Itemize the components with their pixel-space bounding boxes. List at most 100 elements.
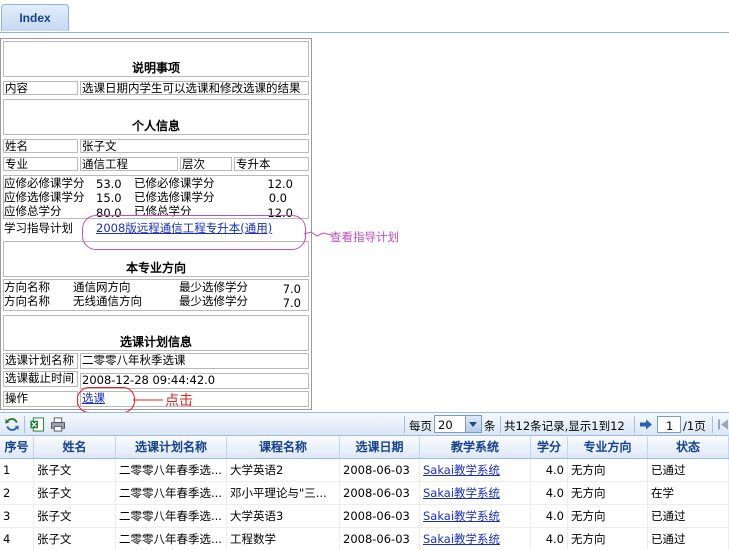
cell-system: Sakai教学系统 <box>420 528 531 550</box>
cell-plan: 二零零八年春季选... <box>116 482 227 504</box>
direction-1-label: 方向名称 <box>4 280 50 294</box>
col-header-status[interactable]: 状态 <box>648 437 729 458</box>
cell-name: 张子文 <box>34 482 116 504</box>
table-row[interactable]: 3 张子文 二零零八年春季选... 大学英语3 2008-06-03 Sakai… <box>0 505 729 528</box>
direction-1-name: 通信网方向 <box>73 280 131 294</box>
cell-credit: 4.0 <box>531 505 568 527</box>
level-value: 专升本 <box>234 157 309 171</box>
req-done-label: 已修必修课学分 <box>134 176 215 190</box>
cell-credit: 4.0 <box>531 528 568 550</box>
col-header-direction[interactable]: 专业方向 <box>568 437 648 458</box>
cell-status: 已通过 <box>648 505 729 527</box>
elec-value: 15.0 <box>96 191 122 205</box>
cell-date: 2008-06-03 <box>340 459 420 481</box>
cell-credit: 4.0 <box>531 459 568 481</box>
plan-label: 学习指导计划 <box>4 221 73 235</box>
arrow-right-icon[interactable] <box>639 417 653 432</box>
cell-direction: 无方向 <box>568 459 648 481</box>
cell-index: 1 <box>0 459 34 481</box>
req-value: 53.0 <box>96 177 122 191</box>
cell-index: 4 <box>0 528 34 550</box>
col-header-system[interactable]: 教学系统 <box>420 437 531 458</box>
cell-status: 已通过 <box>648 459 729 481</box>
system-link[interactable]: Sakai教学系统 <box>423 486 500 500</box>
direction-1-min: 7.0 <box>282 282 301 296</box>
table-row[interactable]: 2 张子文 二零零八年春季选... 邓小平理论与"三... 2008-06-03… <box>0 482 729 505</box>
excel-export-icon[interactable] <box>29 417 45 432</box>
col-header-credit[interactable]: 学分 <box>531 437 568 458</box>
plan-name-label: 选课计划名称 <box>3 353 78 369</box>
system-link[interactable]: Sakai教学系统 <box>423 532 500 546</box>
plan-annotation-line <box>303 231 333 237</box>
grid-header: 序号 姓名 选课计划名称 课程名称 选课日期 教学系统 学分 专业方向 状态 <box>0 437 729 459</box>
cell-direction: 无方向 <box>568 482 648 504</box>
elec-done-label: 已修选修课学分 <box>134 190 215 204</box>
system-link[interactable]: Sakai教学系统 <box>423 463 500 477</box>
tab-strip: Index <box>0 0 729 33</box>
click-annotation-line <box>133 399 163 401</box>
col-header-index[interactable]: 序号 <box>0 437 34 458</box>
col-header-course[interactable]: 课程名称 <box>227 437 340 458</box>
page-number-value: 1 <box>666 419 674 433</box>
plan-name-value: 二零零八年秋季选课 <box>80 353 309 369</box>
tab-index[interactable]: Index <box>1 4 69 31</box>
major-label: 专业 <box>3 157 78 171</box>
cell-course: 大学英语3 <box>227 505 340 527</box>
chevron-down-icon[interactable] <box>465 416 481 432</box>
cell-name: 张子文 <box>34 459 116 481</box>
level-label: 层次 <box>180 157 232 171</box>
plan-annotation-text: 查看指导计划 <box>330 230 399 244</box>
toolbar-separator <box>712 416 713 433</box>
cell-course: 邓小平理论与"三... <box>227 482 340 504</box>
cell-direction: 无方向 <box>568 505 648 527</box>
name-value: 张子文 <box>80 139 309 153</box>
refresh-icon[interactable] <box>4 417 20 432</box>
page-size-select[interactable]: 20 <box>434 415 482 433</box>
click-annotation-text: 点击 <box>165 393 193 409</box>
plan-title: 选课计划信息 <box>3 315 309 351</box>
page-number-input[interactable]: 1 <box>657 416 681 433</box>
toolbar-separator <box>634 416 635 433</box>
table-row[interactable]: 4 张子文 二零零八年春季选... 工程数学 2008-06-03 Sakai教… <box>0 528 729 550</box>
toolbar-separator <box>24 416 25 433</box>
col-header-plan[interactable]: 选课计划名称 <box>116 437 227 458</box>
cell-date: 2008-06-03 <box>340 505 420 527</box>
cell-date: 2008-06-03 <box>340 482 420 504</box>
direction-2-name: 无线通信方向 <box>73 294 142 308</box>
per-page-label: 每页 <box>409 419 432 433</box>
record-summary: 共12条记录,显示1到12 <box>504 419 625 433</box>
cell-index: 2 <box>0 482 34 504</box>
toolbar-separator <box>500 416 501 433</box>
col-header-name[interactable]: 姓名 <box>34 437 116 458</box>
cell-system: Sakai教学系统 <box>420 482 531 504</box>
cell-date: 2008-06-03 <box>340 528 420 550</box>
table-row[interactable]: 1 张子文 二零零八年春季选... 大学英语2 2008-06-03 Sakai… <box>0 459 729 482</box>
page-total: /1页 <box>683 419 706 433</box>
print-icon[interactable] <box>50 417 66 432</box>
direction-1-min-label: 最少选修学分 <box>179 280 248 294</box>
elec-label: 应修选修课学分 <box>4 190 85 204</box>
cell-name: 张子文 <box>34 505 116 527</box>
notice-label: 内容 <box>3 81 78 95</box>
cell-plan: 二零零八年春季选... <box>116 528 227 550</box>
click-highlight-oval <box>77 387 135 413</box>
first-page-icon[interactable] <box>717 417 729 432</box>
cell-name: 张子文 <box>34 528 116 550</box>
cell-plan: 二零零八年春季选... <box>116 459 227 481</box>
cell-system: Sakai教学系统 <box>420 459 531 481</box>
cell-system: Sakai教学系统 <box>420 505 531 527</box>
elec-done-value: 0.0 <box>268 191 287 205</box>
cell-status: 已通过 <box>648 528 729 550</box>
direction-2-min-label: 最少选修学分 <box>179 294 248 308</box>
per-page-unit: 条 <box>484 419 496 433</box>
personal-title: 个人信息 <box>3 99 309 135</box>
req-label: 应修必修课学分 <box>4 176 85 190</box>
cell-plan: 二零零八年春季选... <box>116 505 227 527</box>
cell-credit: 4.0 <box>531 482 568 504</box>
system-link[interactable]: Sakai教学系统 <box>423 509 500 523</box>
major-value: 通信工程 <box>80 157 178 171</box>
col-header-date[interactable]: 选课日期 <box>340 437 420 458</box>
cell-direction: 无方向 <box>568 528 648 550</box>
direction-2-min: 7.0 <box>282 296 301 310</box>
direction-2-label: 方向名称 <box>4 294 50 308</box>
